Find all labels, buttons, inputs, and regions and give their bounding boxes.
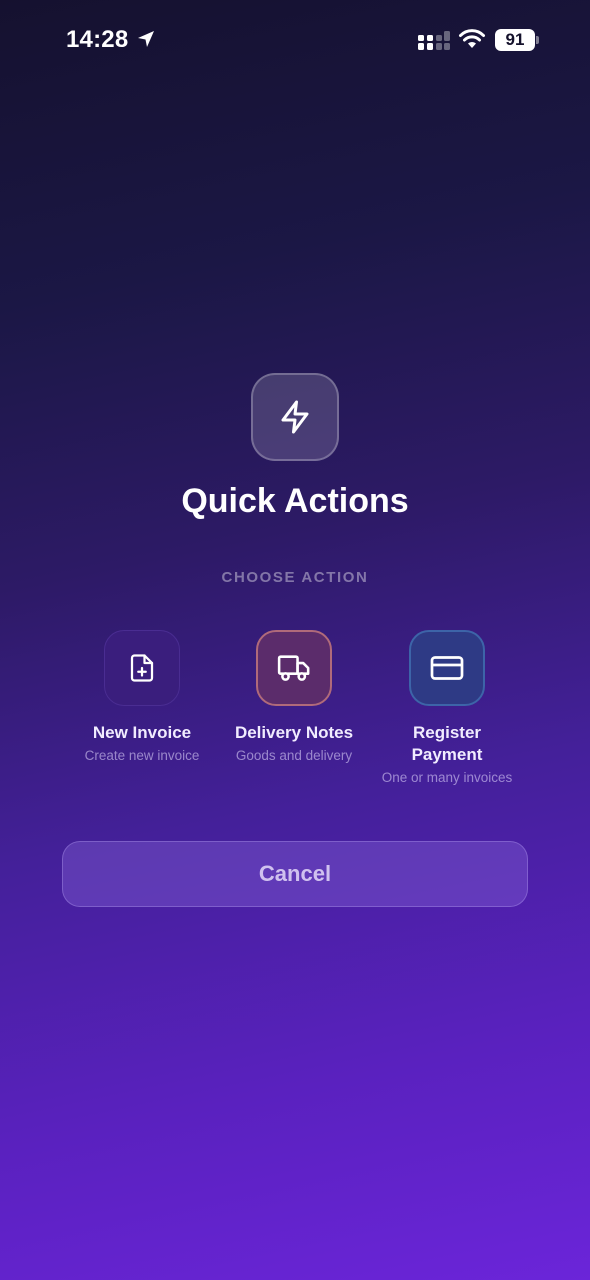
lightning-bolt-icon (251, 373, 339, 461)
register-payment-action[interactable]: Register Payment One or many invoices (372, 630, 522, 785)
cancel-button[interactable]: Cancel (62, 841, 528, 907)
action-title: New Invoice (92, 723, 192, 742)
new-invoice-action[interactable]: New Invoice Create new invoice (67, 630, 217, 763)
battery-cap (536, 36, 539, 44)
status-time: 14:28 (66, 26, 129, 53)
action-subtitle: One or many invoices (381, 770, 513, 785)
action-title: Delivery Notes (234, 723, 354, 742)
status-bar: 14:28 91 (0, 0, 590, 80)
file-plus-icon (104, 630, 180, 706)
location-arrow-icon (138, 31, 154, 47)
action-subtitle: Create new invoice (84, 748, 200, 763)
battery-level: 91 (505, 30, 525, 49)
credit-card-icon (409, 630, 485, 706)
cellular-signal-icon (418, 31, 450, 50)
action-subtitle: Goods and delivery (235, 748, 353, 763)
wifi-icon (459, 29, 485, 48)
page-title: Quick Actions (181, 482, 409, 520)
action-title: Register Payment (411, 723, 483, 764)
delivery-notes-action[interactable]: Delivery Notes Goods and delivery (219, 630, 369, 763)
section-label: CHOOSE ACTION (221, 569, 369, 586)
truck-icon (256, 630, 332, 706)
battery-indicator: 91 (495, 29, 539, 51)
